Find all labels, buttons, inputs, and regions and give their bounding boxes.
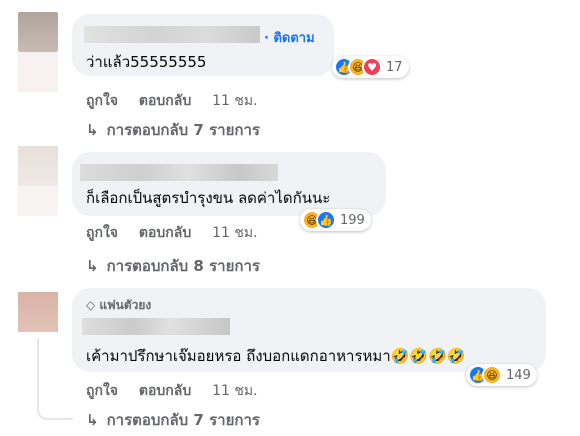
view-replies-button[interactable]: ↳ การตอบกลับ 7 รายการ — [86, 118, 260, 142]
timestamp[interactable]: 11 ชม. — [212, 225, 257, 241]
reaction-count: 149 — [506, 367, 531, 383]
like-button[interactable]: ถูกใจ — [86, 93, 118, 109]
replies-label: การตอบกลับ 8 รายการ — [106, 257, 260, 275]
comment-actions: ถูกใจ ตอบกลับ 11 ชม. — [86, 380, 274, 402]
timestamp[interactable]: 11 ชม. — [212, 93, 257, 109]
replies-label: การตอบกลับ 7 รายการ — [106, 411, 260, 429]
reply-arrow-icon: ↳ — [86, 257, 99, 275]
reply-arrow-icon: ↳ — [86, 411, 99, 429]
reply-thread-line — [37, 338, 73, 420]
reaction-summary[interactable]: 👍 😆 ♥ 17 — [332, 56, 409, 78]
top-fan-badge: ◇ แฟนตัวยง — [86, 296, 151, 315]
top-fan-label: แฟนตัวยง — [99, 298, 152, 312]
follow-link[interactable]: · ติดตาม — [264, 27, 315, 48]
avatar-blur — [18, 292, 58, 332]
timestamp[interactable]: 11 ชม. — [212, 383, 257, 399]
view-replies-button[interactable]: ↳ การตอบกลับ 8 รายการ — [86, 254, 260, 278]
love-icon: ♥ — [362, 57, 382, 77]
haha-icon: 😆 — [482, 365, 502, 385]
replies-label: การตอบกลับ 7 รายการ — [106, 121, 260, 139]
avatar[interactable] — [18, 12, 58, 52]
like-icon: 👍 — [316, 210, 336, 230]
diamond-icon: ◇ — [86, 298, 100, 312]
like-button[interactable]: ถูกใจ — [86, 225, 118, 241]
reply-button[interactable]: ตอบกลับ — [139, 383, 191, 399]
reaction-count: 17 — [386, 59, 403, 75]
commenter-name-blurred[interactable] — [80, 164, 278, 181]
avatar-blur — [18, 12, 58, 52]
avatar-shadow — [18, 186, 58, 216]
comment-text: ก็เลือกเป็นสูตรบำรุงขน ลดค่าไดกันนะ — [86, 189, 331, 207]
avatar-shadow — [18, 52, 58, 92]
reply-arrow-icon: ↳ — [86, 121, 99, 139]
reaction-summary[interactable]: 👍 😆 149 — [466, 364, 537, 386]
avatar-blur — [18, 146, 58, 186]
reaction-summary[interactable]: 😆 👍 199 — [300, 209, 371, 231]
reaction-count: 199 — [340, 212, 365, 228]
comment-actions: ถูกใจ ตอบกลับ 11 ชม. — [86, 222, 274, 244]
avatar[interactable] — [18, 292, 58, 332]
like-button[interactable]: ถูกใจ — [86, 383, 118, 399]
avatar[interactable] — [18, 146, 58, 186]
commenter-name-blurred[interactable] — [82, 318, 230, 335]
view-replies-button[interactable]: ↳ การตอบกลับ 7 รายการ — [86, 408, 260, 432]
commenter-name-blurred[interactable] — [84, 26, 260, 43]
comment-text: เค้ามาปรึกษาเจ๊มอยหรอ ถึงบอกแดกอาหารหมา🤣… — [86, 347, 466, 365]
reply-button[interactable]: ตอบกลับ — [139, 93, 191, 109]
comment-text: ว่าแล้ว55555555 — [86, 53, 207, 71]
reply-button[interactable]: ตอบกลับ — [139, 225, 191, 241]
comment-actions: ถูกใจ ตอบกลับ 11 ชม. — [86, 90, 274, 112]
